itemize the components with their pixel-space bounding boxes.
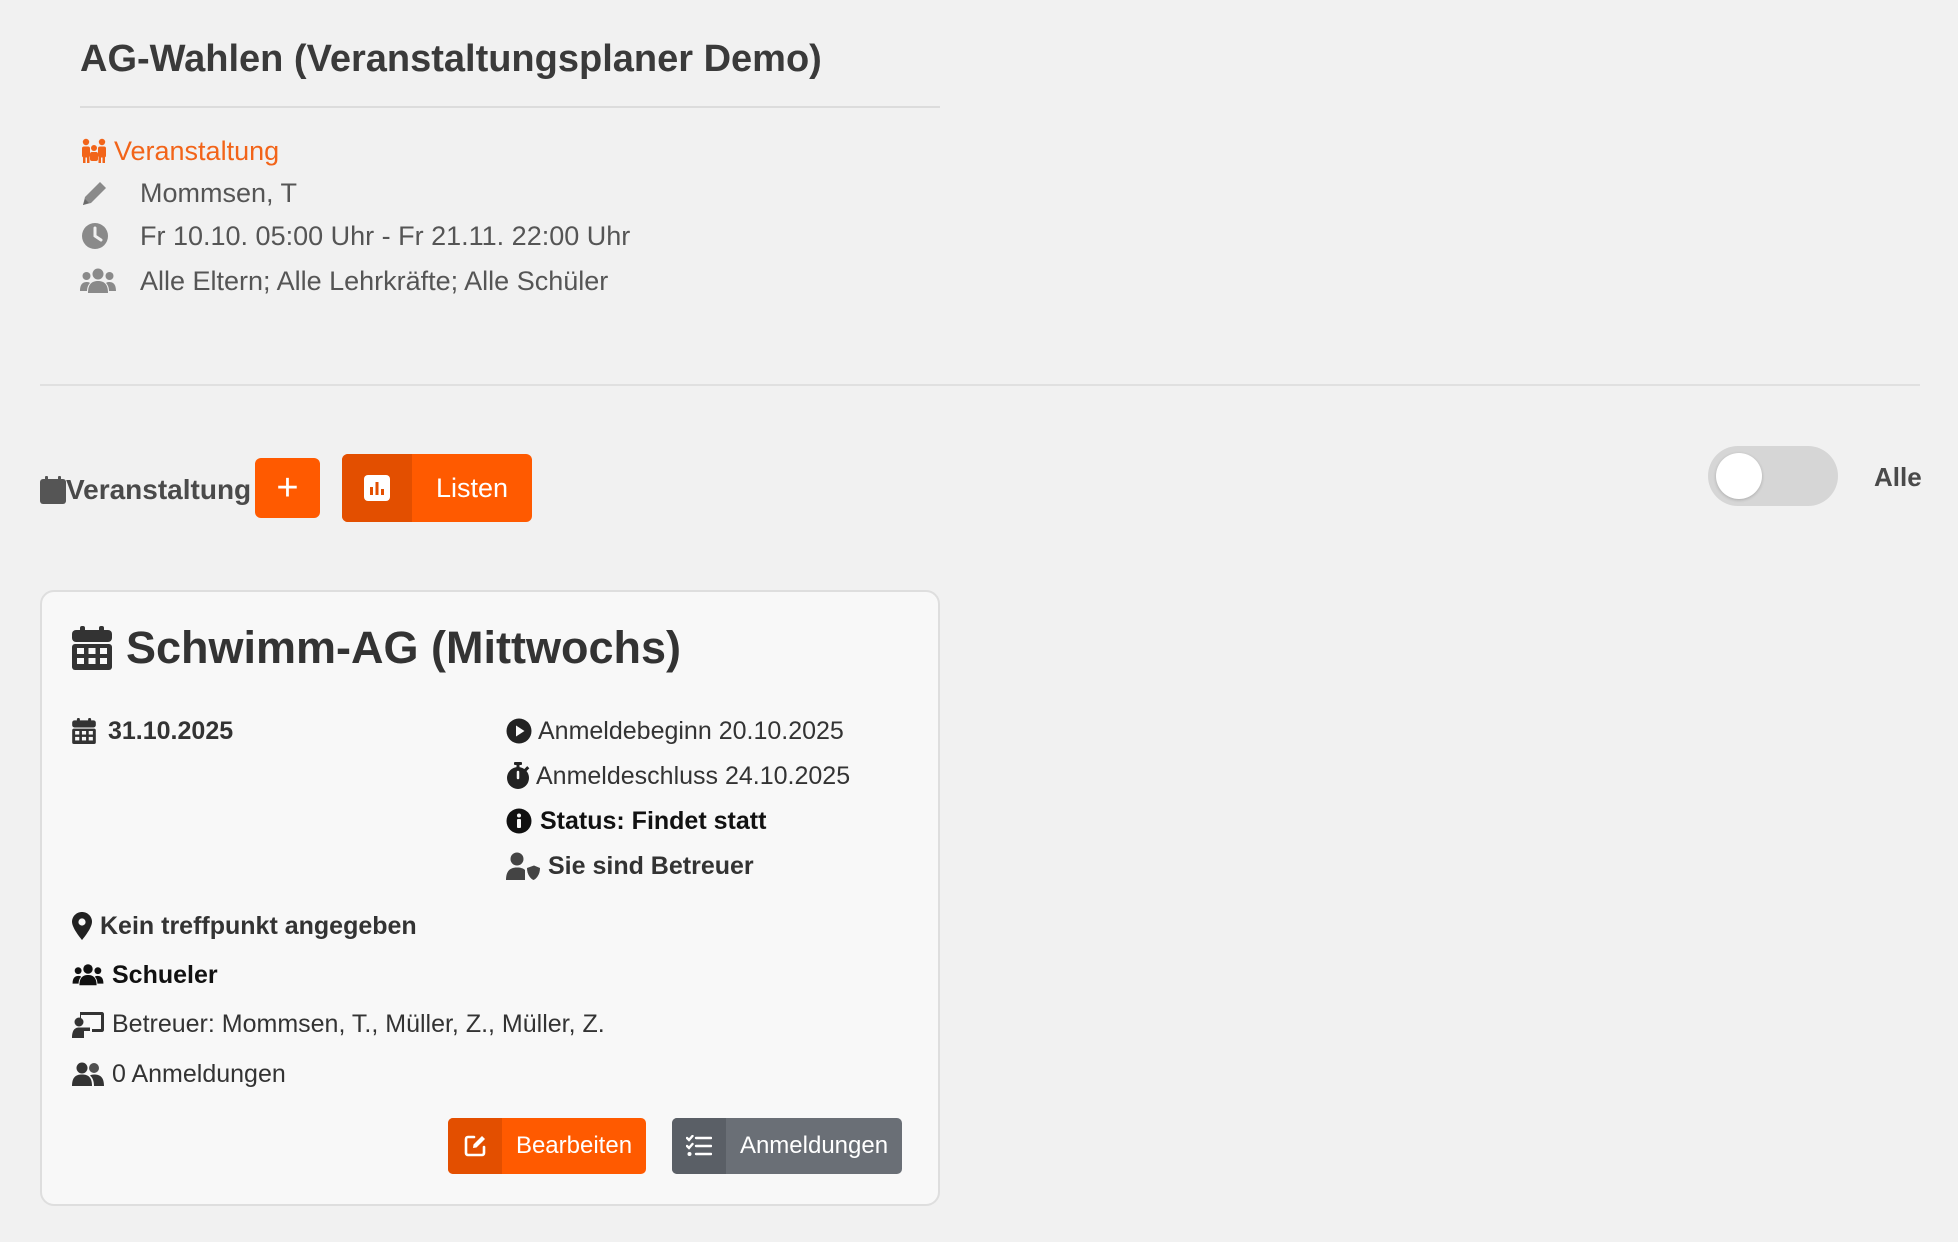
author-text: Mommsen, T	[140, 177, 298, 208]
audience-row: Alle Eltern; Alle Lehrkräfte; Alle Schül…	[80, 263, 608, 299]
users-icon	[80, 267, 140, 295]
target-group-text: Schueler	[112, 960, 218, 989]
calendar-icon	[40, 476, 66, 504]
chalkboard-teacher-icon	[72, 1010, 104, 1038]
page-title: AG-Wahlen (Veranstaltungsplaner Demo)	[80, 38, 822, 80]
event-date-text: 31.10.2025	[108, 716, 234, 745]
registration-end-text: Anmeldeschluss 24.10.2025	[536, 761, 851, 790]
target-group: Schueler	[72, 958, 218, 992]
toggle-knob	[1716, 453, 1762, 499]
section-divider	[40, 384, 1920, 386]
pencil-icon	[80, 178, 140, 208]
section-heading-label: Veranstaltung	[66, 474, 252, 505]
registration-start-text: Anmeldebeginn 20.10.2025	[538, 716, 844, 745]
registrations-button[interactable]: Anmeldungen	[672, 1118, 902, 1174]
event-title-text: Schwimm-AG (Mittwochs)	[126, 622, 682, 673]
lists-button[interactable]: Listen	[342, 454, 532, 522]
clock-icon	[80, 221, 140, 251]
author-row: Mommsen, T	[80, 175, 297, 211]
period-row: Fr 10.10. 05:00 Uhr - Fr 21.11. 22:00 Uh…	[80, 218, 630, 254]
user-role: Sie sind Betreuer	[506, 849, 754, 883]
event-status-text: Status: Findet statt	[540, 806, 767, 835]
people-group-icon	[80, 137, 114, 165]
add-event-button[interactable]: +	[255, 458, 320, 518]
calendar-icon	[72, 718, 96, 744]
event-status: Status: Findet statt	[506, 804, 766, 838]
supervisors: Betreuer: Mommsen, T., Müller, Z., Mülle…	[72, 1007, 605, 1041]
supervisors-text: Betreuer: Mommsen, T., Müller, Z., Mülle…	[112, 1009, 605, 1038]
edit-button-label: Bearbeiten	[515, 1132, 633, 1159]
users-icon	[72, 963, 104, 987]
event-type-link[interactable]: Veranstaltung	[80, 133, 279, 169]
list-check-icon	[672, 1118, 726, 1174]
event-type-label: Veranstaltung	[114, 135, 280, 166]
plus-icon: +	[276, 466, 299, 509]
meeting-point: Kein treffpunkt angegeben	[72, 909, 417, 943]
map-pin-icon	[72, 912, 92, 940]
stopwatch-icon	[506, 762, 530, 790]
calendar-icon	[72, 626, 112, 670]
period-text: Fr 10.10. 05:00 Uhr - Fr 21.11. 22:00 Uh…	[140, 220, 631, 251]
registration-count: 0 Anmeldungen	[72, 1057, 286, 1091]
registrations-button-label: Anmeldungen	[739, 1132, 889, 1159]
show-all-toggle[interactable]	[1708, 446, 1838, 506]
registration-start: Anmeldebeginn 20.10.2025	[506, 714, 844, 748]
lists-button-label: Listen	[435, 472, 509, 503]
user-shield-icon	[506, 852, 540, 880]
title-divider	[80, 106, 940, 108]
event-title: Schwimm-AG (Mittwochs)	[72, 622, 681, 674]
event-card	[40, 590, 940, 1206]
edit-button[interactable]: Bearbeiten	[448, 1118, 646, 1174]
chart-icon	[342, 454, 412, 522]
registration-end: Anmeldeschluss 24.10.2025	[506, 759, 850, 793]
play-circle-icon	[506, 718, 532, 744]
registration-count-text: 0 Anmeldungen	[112, 1059, 286, 1088]
section-heading: Veranstaltung	[40, 470, 251, 510]
meeting-point-text: Kein treffpunkt angegeben	[100, 911, 417, 940]
info-circle-icon	[506, 808, 532, 834]
audience-text: Alle Eltern; Alle Lehrkräfte; Alle Schül…	[140, 265, 609, 296]
user-role-text: Sie sind Betreuer	[548, 851, 754, 880]
show-all-label: Alle	[1874, 462, 1922, 492]
event-date: 31.10.2025	[72, 714, 233, 748]
user-group-icon	[72, 1062, 104, 1086]
edit-icon	[448, 1118, 502, 1174]
